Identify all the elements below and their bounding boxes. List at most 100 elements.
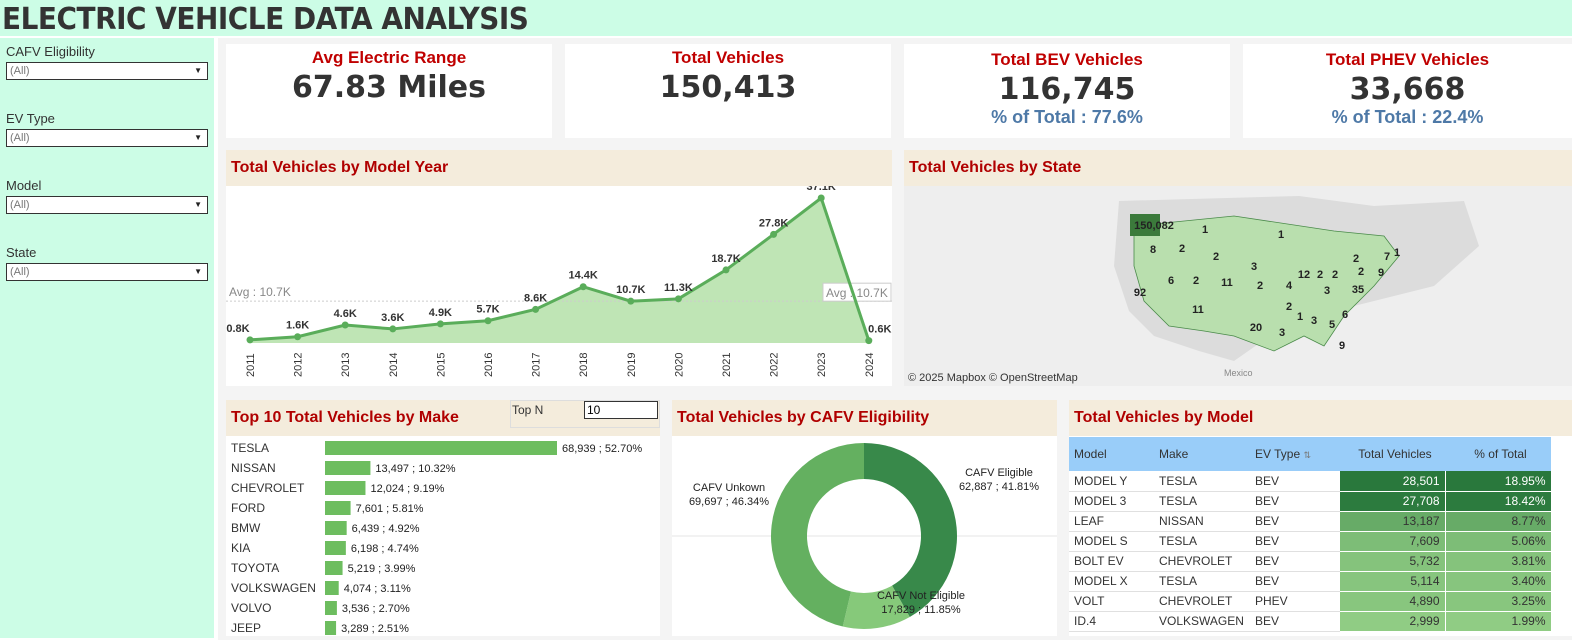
- total-vehicles-cell: 7,609: [1340, 531, 1446, 552]
- filter-label: Model: [6, 178, 42, 193]
- state-count-label: 12: [1298, 269, 1310, 281]
- kpi-value: 67.83 Miles: [292, 70, 486, 105]
- data-point: [389, 325, 397, 333]
- total-vehicles-cell: 4,890: [1340, 591, 1446, 612]
- cafv-donut-chart[interactable]: CAFV Eligible 62,887 ; 41.81% CAFV Not Eli…: [672, 436, 1057, 636]
- average-label-left: Avg : 10.7K: [229, 285, 291, 299]
- column-header[interactable]: Total Vehicles: [1340, 437, 1445, 471]
- table-row[interactable]: MODEL X TESLA BEV 5,114 3.40%: [1069, 571, 1552, 592]
- make-cell: TESLA: [1154, 471, 1250, 492]
- table-row[interactable]: MODEL 3 TESLA BEV 27,708 18.42%: [1069, 491, 1552, 512]
- model-cell: VOLT: [1069, 591, 1154, 612]
- column-header[interactable]: Model: [1069, 437, 1154, 471]
- model-cell: MODEL Y: [1069, 471, 1154, 492]
- bar: [325, 561, 343, 575]
- state-count-label: 9: [1339, 340, 1345, 352]
- data-label: 18.7K: [711, 253, 740, 265]
- bar-value-label: 4,074 ; 3.11%: [344, 583, 411, 595]
- filter-label: State: [6, 245, 37, 260]
- data-point: [770, 230, 778, 238]
- model-dropdown[interactable]: (All) ▼: [6, 196, 208, 214]
- table-row[interactable]: LEAF NISSAN BEV 13,187 8.77%: [1069, 511, 1552, 532]
- us-state-map[interactable]: Mexico 150,0828 2121926 2 1132 412 2 2 223 357 19…: [904, 186, 1572, 386]
- x-tick-label: 2023: [816, 353, 828, 377]
- column-header[interactable]: EV Type ⇅: [1250, 437, 1340, 471]
- model-cell: ID.4: [1069, 611, 1154, 632]
- bar: [325, 621, 337, 635]
- make-cell: TESLA: [1154, 571, 1250, 592]
- table-row[interactable]: MODEL Y TESLA BEV 28,501 18.95%: [1069, 471, 1552, 492]
- column-header[interactable]: % of Total: [1445, 437, 1551, 471]
- x-tick-label: 2021: [721, 353, 733, 377]
- total-vehicles-cell: 5,114: [1340, 571, 1446, 592]
- column-header[interactable]: Make: [1154, 437, 1250, 471]
- state-count-label: 2: [1353, 253, 1359, 265]
- data-point: [674, 295, 682, 303]
- category-label: KIA: [231, 541, 250, 555]
- percent-cell: 18.95%: [1445, 471, 1552, 492]
- data-point: [865, 337, 873, 345]
- table-row[interactable]: VOLT CHEVROLET PHEV 4,890 3.25%: [1069, 591, 1552, 612]
- state-count-label: 3: [1311, 315, 1317, 327]
- filter-cafv-eligibility: CAFV Eligibility (All) ▼: [6, 44, 208, 80]
- category-label: TESLA: [231, 441, 269, 455]
- kpi-value: 150,413: [659, 70, 797, 105]
- bar: [325, 581, 339, 595]
- dropdown-value: (All): [10, 132, 30, 144]
- data-label: 27.8K: [759, 217, 788, 229]
- bar-value-label: 6,198 ; 4.74%: [351, 543, 419, 555]
- state-count-label: 4: [1286, 280, 1293, 292]
- topn-parameter: Top N 10: [510, 400, 660, 428]
- ev-type-cell: BEV: [1250, 551, 1340, 572]
- cafv-eligibility-dropdown[interactable]: (All) ▼: [6, 62, 208, 80]
- table-row[interactable]: ID.4 VOLKSWAGEN BEV 2,999 1.99%: [1069, 611, 1552, 632]
- panel-title: Total Vehicles by Model: [1074, 409, 1254, 426]
- model-cell: MODEL 3: [1069, 491, 1154, 512]
- kpi-title: Total BEV Vehicles: [991, 50, 1143, 69]
- bar: [325, 601, 337, 615]
- filter-sidebar: CAFV Eligibility (All) ▼ EV Type (All) ▼ M…: [0, 38, 214, 638]
- make-cell: TESLA: [1154, 531, 1250, 552]
- data-label: 10.7K: [616, 284, 645, 296]
- x-tick-label: 2016: [483, 353, 495, 377]
- category-label: VOLVO: [231, 601, 271, 615]
- topn-input[interactable]: 10: [584, 401, 658, 419]
- make-bar-chart[interactable]: TESLA 68,939 ; 52.70% NISSAN 13,497 ; 10.32…: [226, 436, 660, 636]
- total-vehicles-cell: 5,732: [1340, 551, 1446, 572]
- bar-value-label: 12,024 ; 9.19%: [370, 483, 444, 495]
- data-point: [532, 305, 540, 313]
- state-count-label: 1: [1394, 247, 1400, 259]
- state-count-label: 7: [1384, 251, 1390, 263]
- kpi-percent: % of Total : 77.6%: [991, 107, 1143, 127]
- table-row[interactable]: BOLT EV CHEVROLET BEV 5,732 3.81%: [1069, 551, 1552, 572]
- ev-type-dropdown[interactable]: (All) ▼: [6, 129, 208, 147]
- kpi-total-phev: Total PHEV Vehicles 33,668 % of Total : …: [1243, 44, 1572, 138]
- data-label: 4.9K: [429, 307, 452, 319]
- state-count-label: 5: [1329, 319, 1335, 331]
- x-tick-label: 2014: [388, 353, 400, 377]
- state-count-label: 2: [1179, 243, 1185, 255]
- table-body: MODEL Y TESLA BEV 28,501 18.95% MODEL 3 TESLA B…: [1069, 471, 1552, 632]
- panel-title: Top 10 Total Vehicles by Make: [231, 409, 459, 426]
- page-title: ELECTRIC VEHICLE DATA ANALYSIS: [2, 2, 529, 37]
- table-row[interactable]: MODEL S TESLA BEV 7,609 5.06%: [1069, 531, 1552, 552]
- dropdown-value: (All): [10, 199, 30, 211]
- percent-cell: 1.99%: [1445, 611, 1552, 632]
- bar: [325, 501, 351, 515]
- state-dropdown[interactable]: (All) ▼: [6, 263, 208, 281]
- column-header-label: EV Type: [1255, 447, 1301, 461]
- slice-category-label: CAFV Eligible: [965, 467, 1033, 479]
- state-count-label: 3: [1279, 327, 1285, 339]
- percent-cell: 8.77%: [1445, 511, 1552, 532]
- data-point: [484, 317, 492, 325]
- total-vehicles-cell: 2,999: [1340, 611, 1446, 632]
- category-label: CHEVROLET: [231, 481, 305, 495]
- dropdown-value: (All): [10, 65, 30, 77]
- x-tick-label: 2015: [435, 353, 447, 377]
- sort-icon[interactable]: ⇅: [1303, 450, 1311, 460]
- model-year-area-chart[interactable]: Avg : 10.7K Avg : 10.7K 0.8K 2011 1.6K 2012 4.…: [226, 186, 892, 386]
- category-label: JEEP: [231, 621, 261, 635]
- panel-state: Total Vehicles by State Mexico 150,082 8 2…: [904, 150, 1572, 386]
- state-count-label: 2: [1193, 275, 1199, 287]
- data-label: 1.6K: [286, 320, 309, 332]
